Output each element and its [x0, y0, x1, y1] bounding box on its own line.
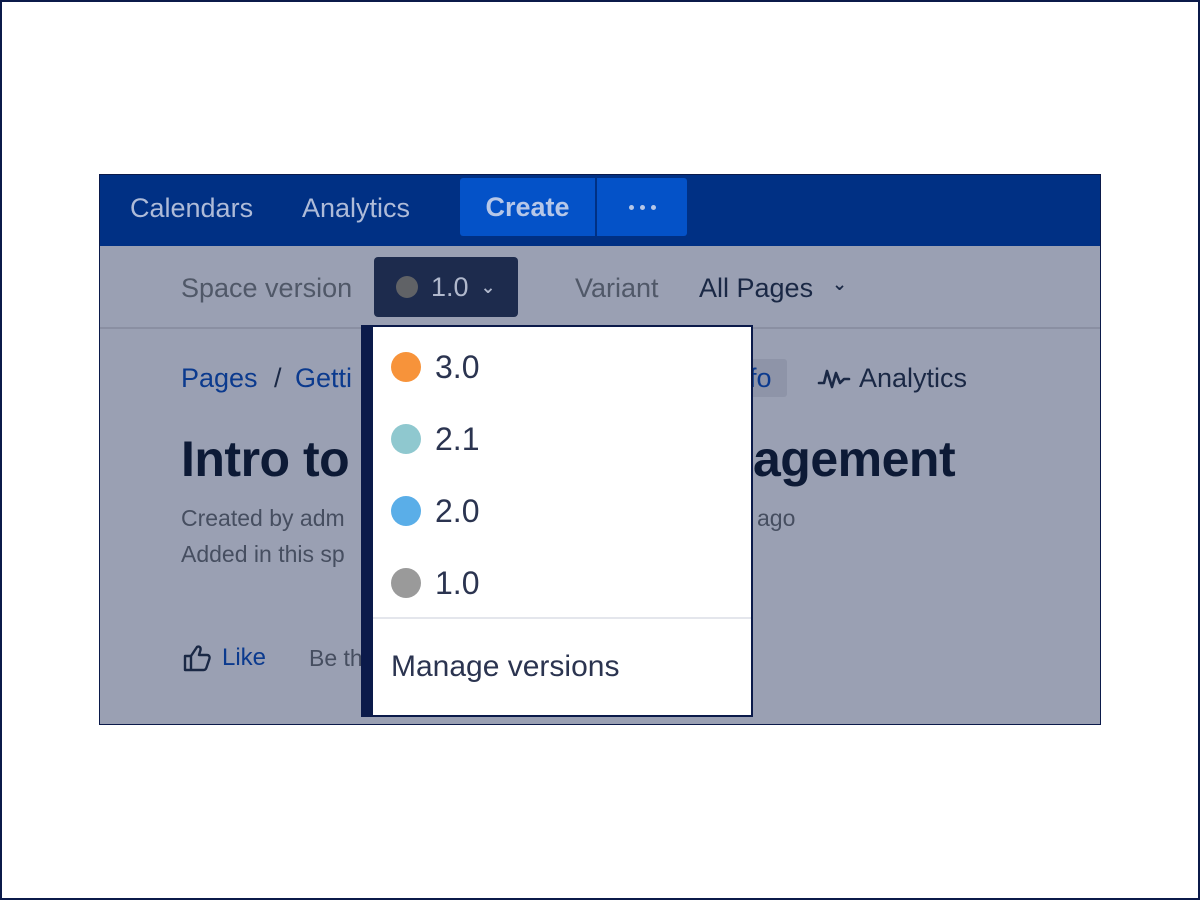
nav-calendars[interactable]: Calendars [130, 191, 253, 225]
space-version-label: Space version [181, 273, 353, 303]
analytics-link-label: Analytics [859, 363, 968, 393]
manage-versions-link[interactable]: Manage versions [391, 649, 619, 685]
like-button[interactable]: Like [182, 643, 266, 673]
like-label: Like [222, 644, 267, 671]
version-option-label: 3.0 [435, 348, 480, 385]
thumbs-up-icon [183, 645, 211, 672]
page-analytics-link[interactable]: Analytics [817, 361, 967, 395]
added-in-space: Added in this sp [181, 541, 345, 567]
top-nav: Calendars Analytics Create [100, 175, 1100, 246]
version-color-dot-icon [391, 496, 421, 526]
page-info-button[interactable]: fo [749, 359, 787, 397]
variant-select[interactable]: All Pages [699, 271, 813, 305]
variant-label: Variant [575, 273, 659, 303]
version-option-label: 2.0 [435, 492, 480, 529]
version-color-dot-icon [391, 424, 421, 454]
chevron-down-icon: ⌄ [480, 276, 496, 297]
version-dot-icon [396, 276, 418, 298]
app-screenshot: Calendars Analytics Create Space version… [99, 174, 1101, 725]
analytics-icon [817, 369, 851, 389]
breadcrumb-separator: / [274, 363, 282, 393]
version-option-label: 2.1 [435, 420, 480, 457]
more-options-button[interactable] [597, 178, 687, 236]
be-first-text: Be th [309, 645, 363, 671]
version-option-2-0[interactable]: 2.0 [391, 491, 479, 531]
version-option-label: 1.0 [435, 564, 480, 601]
ellipsis-icon [628, 204, 634, 210]
page-title-end: agement [753, 431, 956, 487]
version-option-2-1[interactable]: 2.1 [391, 419, 479, 459]
version-option-1-0[interactable]: 1.0 [391, 563, 479, 603]
current-version: 1.0 [431, 271, 469, 302]
nav-analytics[interactable]: Analytics [302, 191, 410, 225]
page-title: Intro to [181, 431, 350, 487]
ellipsis-icon-dot [650, 204, 656, 210]
version-option-3-0[interactable]: 3.0 [391, 347, 479, 387]
created-by: Created by adm [181, 505, 345, 531]
version-color-dot-icon [391, 568, 421, 598]
create-button[interactable]: Create [460, 178, 595, 236]
dropdown-divider [373, 617, 751, 619]
chevron-down-icon[interactable]: ⌄ [832, 274, 847, 295]
created-ago: ago [757, 505, 796, 531]
version-bar: Space version 1.0 ⌄ Variant All Pages ⌄ [100, 246, 1100, 329]
version-color-dot-icon [391, 352, 421, 382]
space-version-select[interactable]: 1.0 ⌄ [374, 257, 518, 317]
ellipsis-icon-dot [639, 204, 645, 210]
breadcrumb-current[interactable]: Getti [295, 361, 352, 395]
version-dropdown-menu: 3.0 2.1 2.0 1.0 Manage versions [361, 325, 753, 717]
breadcrumb-pages[interactable]: Pages [181, 361, 258, 395]
